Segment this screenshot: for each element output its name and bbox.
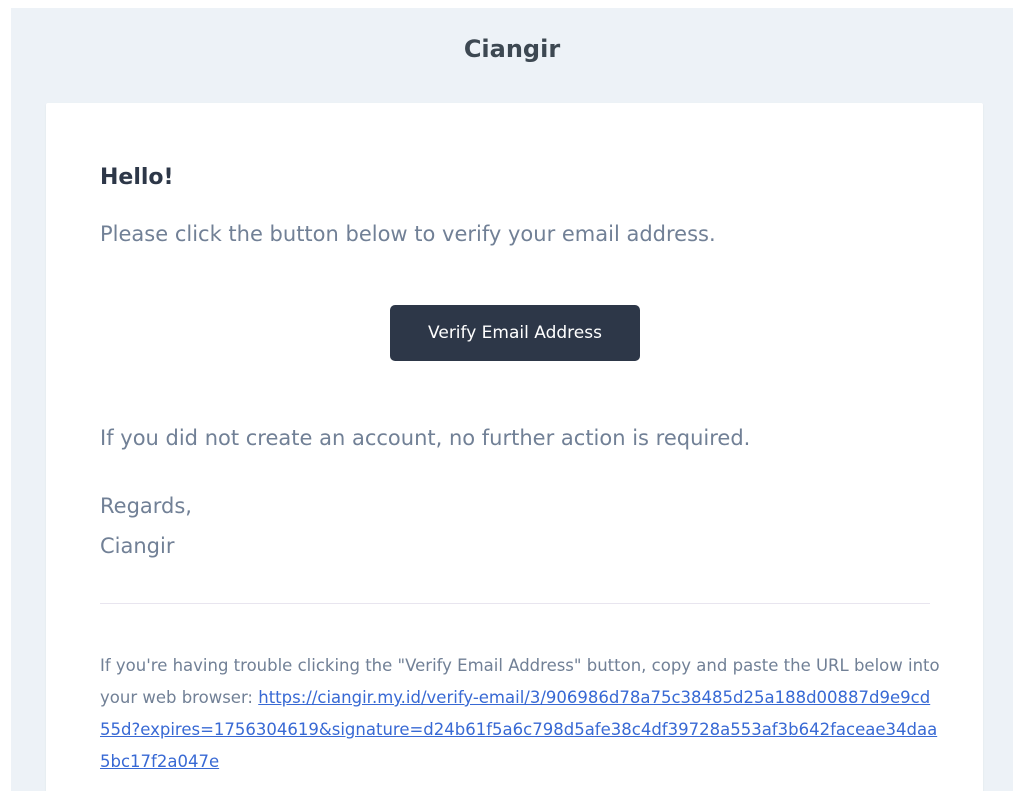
regards-block: Regards, Ciangir <box>100 486 192 566</box>
no-action-text: If you did not create an account, no fur… <box>100 426 751 450</box>
signature: Ciangir <box>100 534 175 558</box>
verify-email-button[interactable]: Verify Email Address <box>390 305 640 361</box>
email-card: Hello! Please click the button below to … <box>46 103 983 791</box>
regards-line: Regards, <box>100 494 192 518</box>
brand-header[interactable]: Ciangir <box>11 8 1013 90</box>
brand-name[interactable]: Ciangir <box>464 35 560 63</box>
greeting-heading: Hello! <box>100 165 174 190</box>
subcopy: If you're having trouble clicking the "V… <box>100 650 940 778</box>
verify-email-button-label: Verify Email Address <box>428 323 602 343</box>
intro-text: Please click the button below to verify … <box>100 222 716 246</box>
subcopy-divider <box>100 603 930 604</box>
email-frame: Ciangir Hello! Please click the button b… <box>11 8 1013 791</box>
